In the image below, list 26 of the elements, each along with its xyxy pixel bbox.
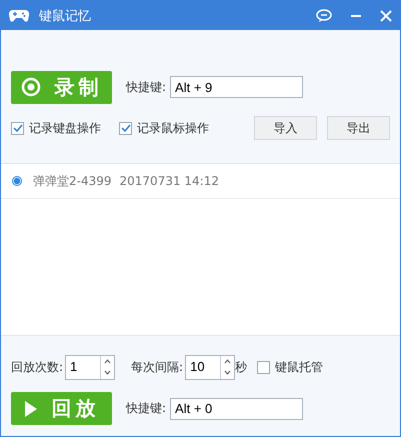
checkbox[interactable] (119, 122, 132, 134)
window-title: 键鼠记忆 (39, 8, 91, 24)
play-icon (24, 400, 38, 418)
checkbox[interactable] (11, 122, 24, 134)
checkbox-label: 记录键盘操作 (29, 120, 101, 136)
count-label: 回放次数: (11, 358, 64, 376)
recording-time: 20170731 14:12 (120, 174, 219, 188)
import-button[interactable]: 导入 (254, 116, 317, 140)
hotkey-field[interactable]: Alt + 0 (170, 398, 304, 420)
checkbox-label: 键鼠托管 (275, 358, 324, 376)
gamepad-icon (9, 8, 29, 22)
interval-spinner[interactable]: 10 (185, 354, 236, 380)
hotkey-field[interactable]: Alt + 9 (170, 76, 304, 98)
record-icon (20, 77, 40, 97)
interval-label: 每次间隔: (131, 358, 184, 376)
radio-button[interactable] (12, 176, 22, 186)
hotkey-label: 快捷键: (126, 78, 166, 96)
export-button[interactable]: 导出 (327, 116, 390, 140)
checkbox-label: 记录鼠标操作 (137, 120, 209, 136)
checkbox[interactable] (257, 360, 270, 374)
count-spinner[interactable]: 1 (65, 354, 116, 380)
recording-name: 弹弹堂2-4399 (33, 172, 112, 190)
chat-icon[interactable] (316, 8, 332, 22)
close-icon[interactable] (380, 10, 392, 22)
hotkey-label: 快捷键: (126, 400, 166, 417)
unit-label: 秒 (235, 358, 248, 376)
